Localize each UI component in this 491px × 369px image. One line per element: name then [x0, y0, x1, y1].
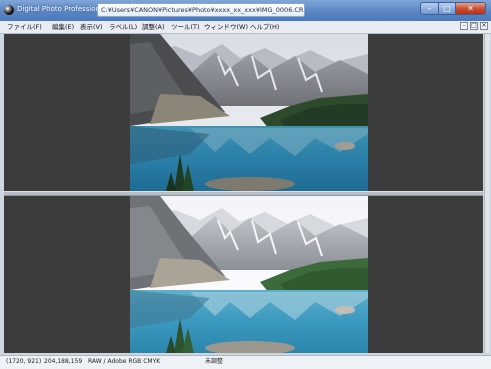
doc-close-button[interactable]: ✕ [480, 22, 488, 30]
preview-pane-top[interactable] [4, 34, 483, 191]
menu-edit[interactable]: 編集(E) [52, 22, 74, 32]
menu-view[interactable]: 表示(V) [80, 22, 103, 32]
status-color-profile: RAW / Adobe RGB CMYK [88, 358, 161, 365]
window-title: Digital Photo Professional [17, 5, 107, 13]
window-controls: – □ ✕ [420, 2, 486, 15]
menu-window[interactable]: ウィンドウ(W) [204, 22, 248, 32]
photo-original-image [130, 34, 368, 191]
maximize-button[interactable]: □ [439, 2, 456, 15]
doc-restore-button[interactable]: □ [470, 22, 478, 30]
menu-tools[interactable]: ツール(T) [171, 22, 200, 32]
menu-help[interactable]: ヘルプ(H) [250, 22, 279, 32]
menu-adjust[interactable]: 調整(A) [142, 22, 165, 32]
title-bar[interactable]: Digital Photo Professional C:¥Users¥CANO… [0, 0, 491, 22]
status-coordinates: (1720, 921) [6, 358, 42, 365]
status-bar: (1720, 921) 204,188,159 RAW / Adobe RGB … [0, 355, 491, 369]
landscape-photo-original[interactable] [130, 34, 368, 191]
app-icon [4, 5, 14, 15]
menu-label[interactable]: ラベル(L) [109, 22, 137, 32]
close-button[interactable]: ✕ [456, 2, 486, 15]
vertical-scrollbar[interactable] [484, 34, 490, 353]
app-window: Digital Photo Professional C:¥Users¥CANO… [0, 0, 491, 369]
menu-file[interactable]: ファイル(F) [7, 22, 42, 32]
landscape-photo-simulated[interactable] [130, 196, 368, 353]
status-rgb-values: 204,188,159 [44, 358, 83, 365]
preview-pane-bottom[interactable] [4, 196, 483, 353]
document-controls: – □ ✕ [460, 22, 488, 30]
minimize-button[interactable]: – [420, 2, 439, 15]
status-adjustment-state: 未調整 [205, 358, 224, 365]
doc-minimize-button[interactable]: – [460, 22, 468, 30]
menu-bar: ファイル(F) 編集(E) 表示(V) ラベル(L) 調整(A) ツール(T) … [0, 21, 491, 34]
file-path-tab[interactable]: C:¥Users¥CANON¥Pictures¥Photo¥xxxx_xx_xx… [97, 3, 305, 17]
photo-simulated-image [130, 196, 368, 353]
